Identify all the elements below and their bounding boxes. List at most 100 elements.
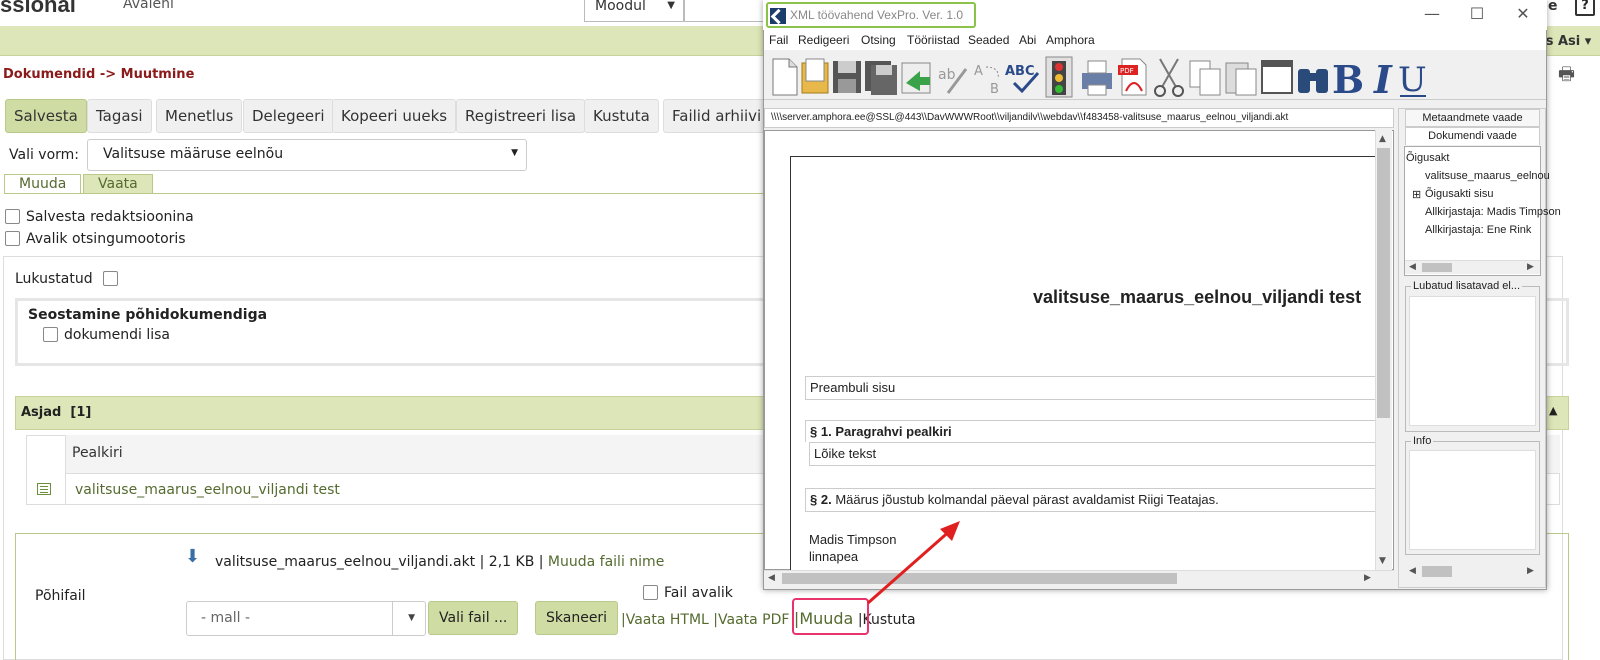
locked-label: Lukustatud (15, 271, 93, 287)
choose-file-button[interactable]: Vali fail ... (428, 601, 519, 635)
module-select[interactable]: Moodul ▼ (584, 0, 684, 22)
menu-search[interactable]: Otsing (861, 33, 896, 47)
help-button[interactable]: ? (1575, 0, 1595, 16)
tab-edit[interactable]: Muuda (4, 174, 82, 194)
traffic-light-icon[interactable] (1040, 55, 1078, 99)
print-icon[interactable] (1078, 55, 1116, 99)
save-redaction-option[interactable]: Salvesta redaktsioonina (5, 209, 194, 225)
tree-scroll-thumb[interactable] (1422, 263, 1452, 272)
tree-expand-icon[interactable]: ⊞ (1412, 188, 1421, 201)
menu-help[interactable]: Abi (1019, 33, 1036, 47)
tab-view[interactable]: Vaata (83, 174, 153, 194)
allowed-elements-list[interactable] (1409, 296, 1536, 426)
maximize-icon[interactable]: ☐ (1462, 4, 1492, 23)
collapse-icon[interactable]: ▲ (1549, 404, 1557, 417)
paragraph-2[interactable]: § 2. Määrus jõustub kolmandal päeval pär… (805, 488, 1380, 512)
scroll-left-icon[interactable]: ◀ (768, 573, 775, 583)
side-scroll-thumb[interactable] (1422, 566, 1452, 577)
app-logo-icon (770, 8, 786, 24)
svg-text:ABC: ABC (1005, 64, 1035, 79)
module-select-value: Moodul (595, 0, 646, 14)
view-html-link[interactable]: |Vaata HTML (621, 612, 709, 628)
tree-item-signer-2[interactable]: Allkirjastaja: Ene Rink (1425, 224, 1531, 236)
bold-icon[interactable]: B (1330, 55, 1368, 102)
menu-settings[interactable]: Seaded (968, 33, 1009, 47)
paste-icon[interactable] (1222, 55, 1260, 99)
file-public-checkbox[interactable] (643, 585, 658, 600)
list-icon[interactable] (37, 483, 51, 495)
locked-option[interactable]: Lukustatud (15, 271, 124, 287)
paragraph-1-title[interactable]: § 1. Paragrahvi pealkiri (805, 420, 1380, 442)
attachment-option[interactable]: dokumendi lisa (43, 327, 170, 343)
edit-text-icon[interactable]: ab (934, 55, 972, 99)
signer-role[interactable]: linnapea (809, 549, 858, 564)
cut-icon[interactable] (1150, 55, 1188, 99)
delegate-button[interactable]: Delegeeri (243, 99, 334, 133)
copy-icon[interactable] (1186, 55, 1224, 99)
scroll-left-icon[interactable]: ◀ (1409, 566, 1416, 576)
paragraph-2-number: § 2. (810, 492, 832, 507)
table-row-title[interactable]: valitsuse_maarus_eelnou_viljandi test (75, 482, 340, 498)
scroll-down-icon[interactable]: ▼ (1379, 556, 1386, 566)
register-attachment-button[interactable]: Registreeri lisa (456, 99, 586, 133)
scroll-left-icon[interactable]: ◀ (1409, 262, 1416, 272)
scroll-right-icon[interactable]: ▶ (1364, 573, 1371, 583)
public-search-checkbox[interactable] (5, 231, 20, 246)
cases-title-text: Asjad (21, 405, 62, 420)
scroll-right-icon[interactable]: ▶ (1527, 566, 1534, 576)
tab-document-view[interactable]: Dokumendi vaade (1405, 127, 1540, 145)
procedure-button[interactable]: Menetlus (156, 99, 243, 133)
locked-checkbox[interactable] (103, 271, 119, 286)
delete-button[interactable]: Kustuta (584, 99, 659, 133)
find-binoculars-icon[interactable] (1294, 55, 1332, 99)
back-button[interactable]: Tagasi (87, 99, 152, 133)
tab-metadata-view[interactable]: Metaandmete vaade (1405, 109, 1540, 127)
tree-root[interactable]: Õigusakt (1406, 152, 1449, 164)
underline-icon[interactable]: U (1396, 55, 1434, 100)
preamble-field[interactable]: Preambuli sisu (805, 376, 1380, 400)
horizontal-scroll-thumb[interactable] (782, 573, 1177, 584)
tree-item-content[interactable]: Õigusakti sisu (1425, 188, 1493, 200)
scroll-up-icon[interactable]: ▲ (1379, 134, 1386, 144)
scan-button[interactable]: Skaneeri (535, 601, 619, 635)
public-search-option[interactable]: Avalik otsingumootoris (5, 231, 186, 247)
window-icon[interactable] (1258, 55, 1296, 99)
form-select-value: Valitsuse määruse eelnõu (103, 146, 284, 162)
scroll-right-icon[interactable]: ▶ (1527, 262, 1534, 272)
paragraph-1-text[interactable]: Lõike tekst (809, 442, 1380, 466)
view-pdf-link[interactable]: |Vaata PDF (713, 612, 789, 628)
save-icon[interactable] (828, 55, 866, 99)
home-link[interactable]: Avalehl (123, 0, 174, 12)
attachment-checkbox[interactable] (43, 327, 58, 342)
module-search-box[interactable] (684, 0, 764, 22)
copy-new-button[interactable]: Kopeeri uueks (332, 99, 457, 133)
file-public-option[interactable]: Fail avalik (643, 585, 733, 601)
pdf-icon[interactable]: PDF (1114, 55, 1152, 99)
save-all-icon[interactable] (862, 55, 900, 99)
file-name[interactable]: valitsuse_maarus_eelnou_viljandi.akt (215, 554, 475, 570)
tree-item-title[interactable]: valitsuse_maarus_eelnou (1425, 170, 1550, 182)
template-select[interactable]: - mall - ▼ (186, 601, 426, 636)
download-icon[interactable]: ⬇ (185, 546, 200, 567)
annotation-arrow (867, 521, 960, 605)
select-divider (392, 602, 393, 635)
replace-icon[interactable]: AB (970, 55, 1008, 99)
menu-amphora[interactable]: Amphora (1046, 33, 1095, 47)
minimize-icon[interactable]: — (1417, 4, 1447, 23)
close-icon[interactable]: ✕ (1508, 4, 1538, 23)
menu-tools[interactable]: Tööriistad (907, 33, 960, 47)
tree-item-signer-1[interactable]: Allkirjastaja: Madis Timpson (1425, 206, 1561, 218)
spellcheck-icon[interactable]: ABC (1004, 55, 1042, 99)
rename-file-link[interactable]: Muuda faili nime (548, 554, 664, 570)
export-icon[interactable] (898, 55, 936, 99)
save-redaction-checkbox[interactable] (5, 209, 20, 224)
print-icon[interactable]: 🖶 (1558, 62, 1575, 92)
menu-edit[interactable]: Redigeeri (798, 33, 849, 47)
archive-files-button[interactable]: Failid arhiivi (663, 99, 771, 133)
form-select[interactable]: Valitsuse määruse eelnõu ▼ (87, 139, 527, 171)
delete-file-link[interactable]: Kustuta (863, 612, 916, 628)
vertical-scroll-thumb[interactable] (1377, 148, 1390, 418)
menu-file[interactable]: Fail (769, 33, 788, 47)
document-title[interactable]: valitsuse_maarus_eelnou_viljandi test (1033, 287, 1361, 308)
save-button[interactable]: Salvesta (5, 99, 87, 133)
